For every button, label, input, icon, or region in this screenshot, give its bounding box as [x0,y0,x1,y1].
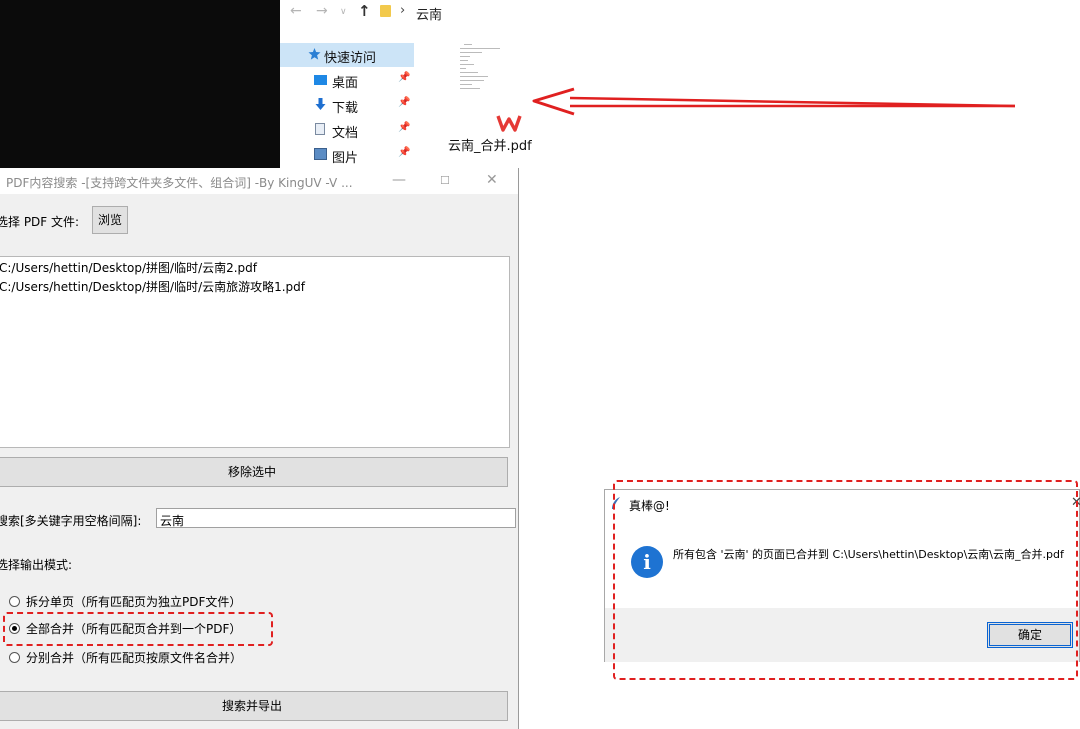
title-bar: PDF内容搜索 -[支持跨文件夹多文件、组合词] -By KingUV -V .… [0,168,518,194]
pdf-search-window: PDF内容搜索 -[支持跨文件夹多文件、组合词] -By KingUV -V .… [0,168,519,729]
folder-icon [380,5,391,17]
address-bar: ← → ∨ ↑ › 云南 [280,0,1080,24]
pin-icon: 📌 [398,72,411,83]
picture-icon [314,148,327,160]
radio-label[interactable]: 分别合并（所有匹配页按原文件名合并） [26,649,242,666]
search-label: 搜索[多关键字用空格间隔]: [0,514,142,528]
annotation-highlight-box [613,480,1078,680]
wps-pdf-icon[interactable] [496,113,522,133]
search-input[interactable]: 云南 [156,508,516,528]
nav-item-quick-access[interactable]: 快速访问 [280,43,414,67]
pin-icon: 📌 [398,97,411,108]
nav-item-label: 图片 [332,151,359,166]
forward-arrow-icon[interactable]: → [316,3,328,19]
file-explorer: ← → ∨ ↑ › 云南 快速访问 桌面 📌 下载 📌 文档 📌 图片 📌 云南… [280,0,1080,168]
radio-merge-by-file[interactable] [9,652,20,663]
pin-icon: 📌 [398,147,411,158]
document-icon [315,123,325,135]
star-icon [308,48,321,60]
navigation-pane: 快速访问 桌面 📌 下载 📌 文档 📌 图片 📌 [280,40,414,168]
nav-item-label: 桌面 [332,76,359,91]
browse-button[interactable]: 浏览 [92,206,128,234]
desktop-icon [314,75,327,85]
maximize-icon[interactable]: ☐ [440,174,450,187]
pdf-thumbnail[interactable] [458,40,508,96]
radio-label[interactable]: 拆分单页（所有匹配页为独立PDF文件） [26,593,241,610]
output-mode-label: 选择输出模式: [0,558,73,572]
file-listbox[interactable]: C:/Users/hettin/Desktop/拼图/临时/云南2.pdf C:… [0,256,510,448]
breadcrumb[interactable]: 云南 [416,4,442,23]
back-arrow-icon[interactable]: ← [290,3,302,19]
close-icon[interactable]: ✕ [486,172,498,188]
up-arrow-icon[interactable]: ↑ [358,2,371,20]
download-icon [315,98,326,110]
nav-item-documents[interactable]: 文档 📌 [280,118,414,142]
desktop-background [0,0,280,168]
nav-item-pictures[interactable]: 图片 📌 [280,143,414,167]
nav-item-label: 下载 [332,101,359,116]
annotation-highlight-box [3,612,273,646]
minimize-icon[interactable]: — [392,172,406,188]
annotation-arrow [532,87,1016,116]
pin-icon: 📌 [398,122,411,133]
recent-chevron-icon[interactable]: ∨ [340,7,347,17]
nav-item-desktop[interactable]: 桌面 📌 [280,68,414,92]
nav-item-label: 文档 [332,126,359,141]
chevron-right-icon: › [400,3,406,18]
nav-item-downloads[interactable]: 下载 📌 [280,93,414,117]
list-item[interactable]: C:/Users/hettin/Desktop/拼图/临时/云南2.pdf [0,259,257,276]
nav-item-label: 快速访问 [324,51,377,66]
select-pdf-label: 选择 PDF 文件: [0,215,80,229]
remove-selected-button[interactable]: 移除选中 [0,457,508,487]
search-export-button[interactable]: 搜索并导出 [0,691,508,721]
window-title: PDF内容搜索 -[支持跨文件夹多文件、组合词] -By KingUV -V .… [6,176,353,190]
file-name[interactable]: 云南_合并.pdf [448,135,532,154]
radio-split-pages[interactable] [9,596,20,607]
search-input-value: 云南 [160,514,185,528]
list-item[interactable]: C:/Users/hettin/Desktop/拼图/临时/云南旅游攻略1.pd… [0,278,305,295]
